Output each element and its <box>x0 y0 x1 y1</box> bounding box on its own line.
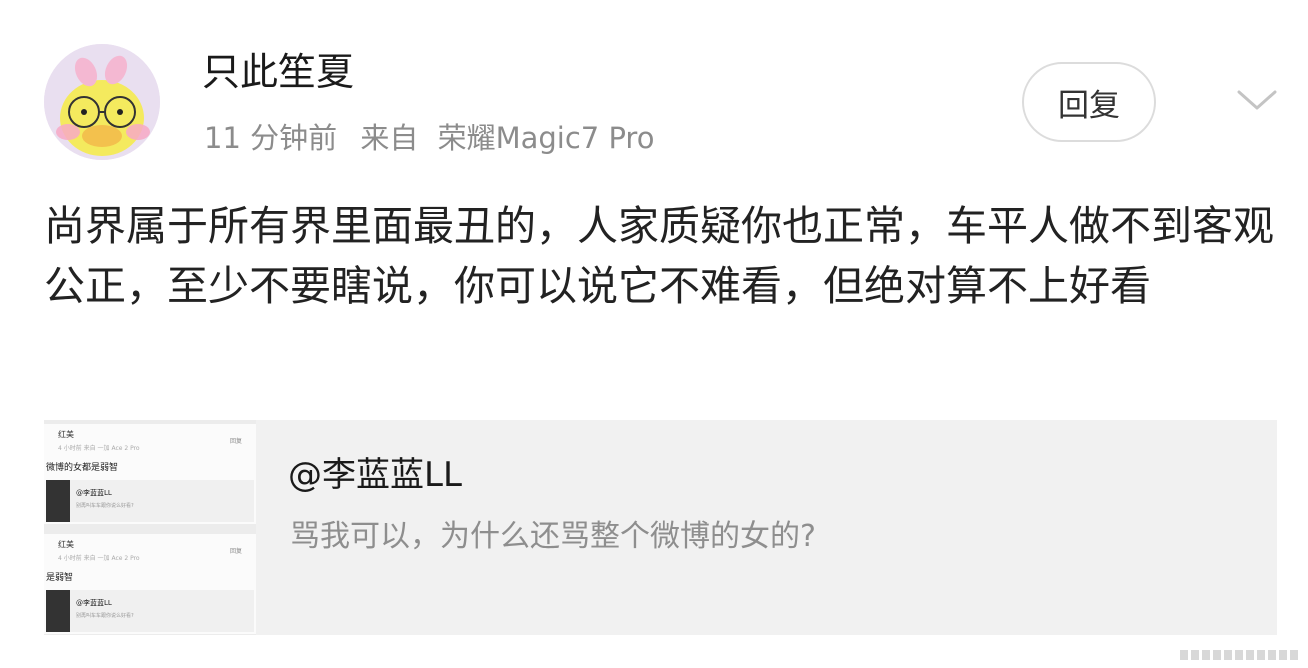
thumbnail-meta: 4 小时前 来自 一加 Ace 2 Pro <box>58 445 140 452</box>
quoted-text: 骂我可以，为什么还骂整个微博的女的? <box>290 519 816 554</box>
more-options-button[interactable] <box>1236 84 1278 114</box>
thumbnail-quote: @李蓝蓝LL 别再叫车车跟你说么好看? <box>46 480 254 522</box>
thumbnail-image <box>46 590 70 632</box>
thumbnail-text: 微博的女都是弱智 <box>46 463 119 473</box>
thumbnail-post: 红美 4 小时前 来自 一加 Ace 2 Pro 回复 是弱智 @李蓝蓝LL 别… <box>44 534 256 634</box>
thumbnail-meta: 4 小时前 来自 一加 Ace 2 Pro <box>58 555 140 562</box>
quoted-author[interactable]: @李蓝蓝LL <box>288 450 462 500</box>
thumbnail-post: 红美 4 小时前 来自 一加 Ace 2 Pro 回复 微博的女都是弱智 @李蓝… <box>44 424 256 524</box>
duck-avatar-icon <box>44 44 160 160</box>
username[interactable]: 只此笙夏 <box>202 44 354 100</box>
post-text: 尚界属于所有界里面最丑的，人家质疑你也正常，车平人做不到客观公正，至少不要瞎说，… <box>44 202 1274 310</box>
thumbnail-reply: 回复 <box>229 438 242 445</box>
thumbnail-quote-name: @李蓝蓝LL <box>76 489 112 497</box>
watermark <box>1180 646 1302 664</box>
thumbnail-quote: @李蓝蓝LL 别再叫车车跟你说么好看? <box>46 590 254 632</box>
post-time: 11 分钟前 <box>204 121 338 155</box>
thumbnail-text: 是弱智 <box>46 573 74 583</box>
quoted-post-card[interactable]: 红美 4 小时前 来自 一加 Ace 2 Pro 回复 微博的女都是弱智 @李蓝… <box>44 420 1277 635</box>
thumbnail-reply: 回复 <box>229 548 242 555</box>
thumbnail-username: 红美 <box>58 540 74 549</box>
post-source-prefix: 来自 <box>360 121 419 155</box>
avatar[interactable] <box>44 44 160 160</box>
thumbnail-image <box>46 480 70 522</box>
thumbnail-quote-text: 别再叫车车跟你说么好看? <box>76 613 134 619</box>
quoted-post-thumbnail[interactable]: 红美 4 小时前 来自 一加 Ace 2 Pro 回复 微博的女都是弱智 @李蓝… <box>44 420 256 635</box>
thumbnail-quote-name: @李蓝蓝LL <box>76 599 112 607</box>
thumbnail-username: 红美 <box>58 430 74 439</box>
post-source-device: 荣耀Magic7 Pro <box>437 121 655 155</box>
watermark-dots <box>1180 650 1298 660</box>
thumbnail-quote-text: 别再叫车车跟你说么好看? <box>76 503 134 509</box>
chevron-down-icon <box>1237 90 1277 110</box>
reply-button[interactable]: 回复 <box>1022 62 1156 142</box>
post-meta: 11 分钟前 来自 荣耀Magic7 Pro <box>204 116 654 160</box>
